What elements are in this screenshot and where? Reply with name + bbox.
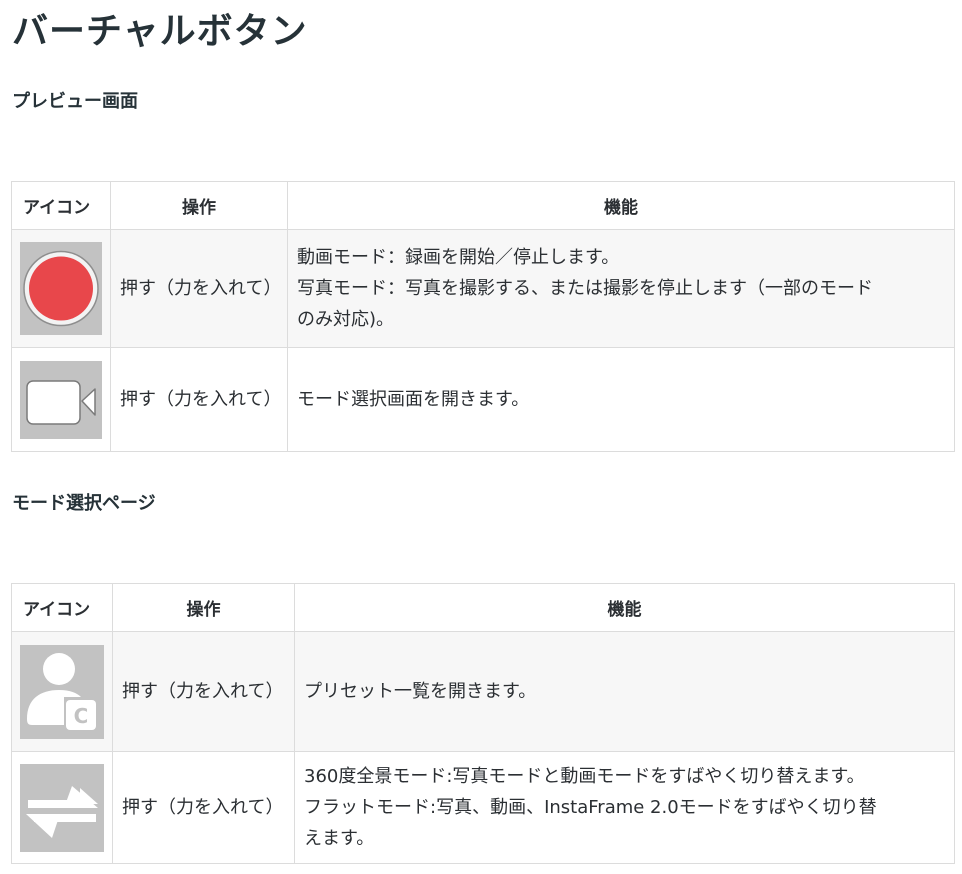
preview-buttons-table: アイコン 操作 機能 押す（力を入れて） 動画モード：録画を開始／停止します。 …: [11, 181, 955, 452]
table-row: C 押す（力を入れて） プリセット一覧を開きます。: [11, 631, 955, 752]
mode-select-buttons-table: アイコン 操作 機能 C 押す（力を入れて） プリセット一覧を開きます。 押す（…: [11, 583, 955, 864]
header-icon: アイコン: [11, 583, 113, 632]
function-line: 360度全景モード:写真モードと動画モードをすばやく切り替えます。: [304, 766, 865, 787]
icon-cell: [11, 229, 111, 348]
preset-user-icon: C: [20, 644, 104, 739]
header-function: 機能: [287, 181, 955, 230]
table-row: 押す（力を入れて） 動画モード：録画を開始／停止します。 写真モード：写真を撮影…: [11, 229, 955, 348]
function-line: のみ対応)。: [297, 309, 395, 330]
operation-text: 押す（力を入れて）: [112, 631, 295, 752]
function-text: プリセット一覧を開きます。: [294, 631, 955, 752]
function-text: 360度全景モード:写真モードと動画モードをすばやく切り替えます。 フラットモー…: [294, 751, 955, 864]
header-icon: アイコン: [11, 181, 111, 230]
operation-text: 押す（力を入れて）: [110, 229, 288, 348]
table-header-row: アイコン 操作 機能: [11, 583, 955, 632]
video-camera-icon: [20, 360, 102, 439]
header-operation: 操作: [112, 583, 295, 632]
table-row: 押す（力を入れて） 360度全景モード:写真モードと動画モードをすばやく切り替え…: [11, 751, 955, 864]
table-row: 押す（力を入れて） モード選択画面を開きます。: [11, 347, 955, 452]
function-line: 動画モード：録画を開始／停止します。: [297, 247, 620, 268]
section-heading-mode-select: モード選択ページ: [12, 493, 156, 514]
table-header-row: アイコン 操作 機能: [11, 181, 955, 230]
function-text: 動画モード：録画を開始／停止します。 写真モード：写真を撮影する、または撮影を停…: [287, 229, 955, 348]
function-line: えます。: [304, 828, 375, 849]
section-heading-preview: プレビュー画面: [12, 91, 138, 112]
icon-cell: C: [11, 631, 113, 752]
icon-cell: [11, 751, 113, 864]
function-line: プリセット一覧を開きます。: [304, 681, 537, 702]
page: バーチャルボタン プレビュー画面 アイコン 操作 機能 押す（力を入れて） 動画…: [0, 0, 962, 874]
svg-text:C: C: [74, 704, 89, 728]
operation-text: 押す（力を入れて）: [110, 347, 288, 452]
page-title: バーチャルボタン: [12, 11, 308, 52]
function-text: モード選択画面を開きます。: [287, 347, 955, 452]
function-line: 写真モード：写真を撮影する、または撮影を停止します（一部のモード: [297, 278, 873, 299]
function-line: モード選択画面を開きます。: [297, 389, 530, 410]
switch-arrows-icon: [20, 763, 104, 852]
header-operation: 操作: [110, 181, 288, 230]
icon-cell: [11, 347, 111, 452]
function-line: フラットモード:写真、動画、InstaFrame 2.0モードをすばやく切り替: [304, 797, 877, 818]
header-function: 機能: [294, 583, 955, 632]
operation-text: 押す（力を入れて）: [112, 751, 295, 864]
record-button-icon: [20, 242, 102, 335]
